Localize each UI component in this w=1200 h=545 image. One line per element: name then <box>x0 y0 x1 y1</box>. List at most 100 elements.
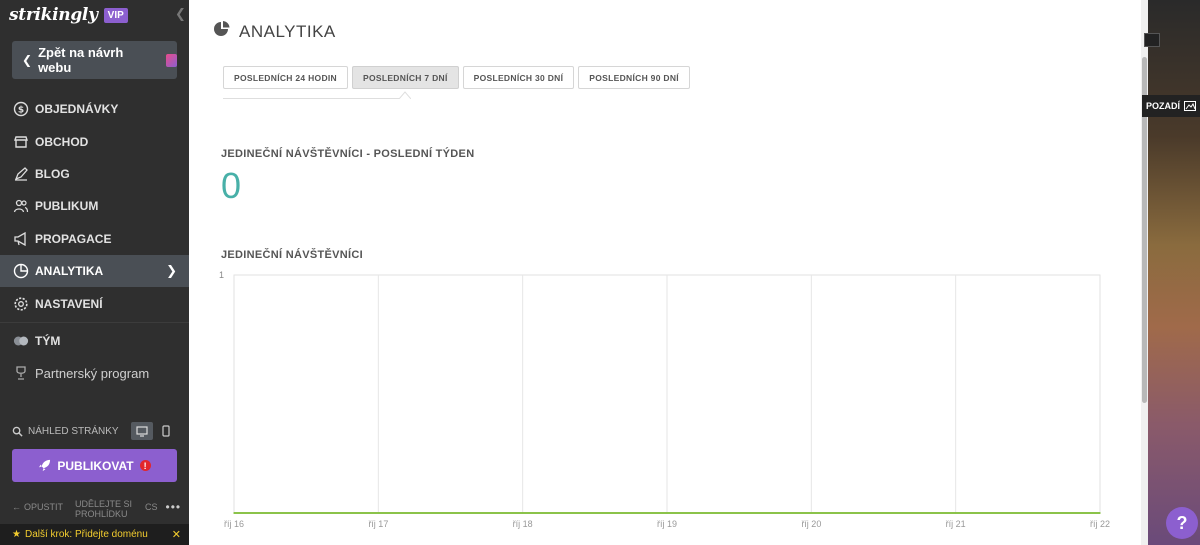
sidebar-item-label: BLOG <box>35 166 70 181</box>
period-tabs: POSLEDNÍCH 24 HODIN POSLEDNÍCH 7 DNÍ POS… <box>223 66 690 89</box>
sidebar-item-label: TÝM <box>35 333 61 348</box>
star-icon: ★ <box>12 529 21 540</box>
x-tick-label: říj 20 <box>801 519 821 529</box>
scrollbar[interactable] <box>1141 0 1148 545</box>
sidebar-item-label: PUBLIKUM <box>35 199 99 214</box>
sidebar-item-audience[interactable]: PUBLIKUM <box>0 190 189 222</box>
more-options-icon[interactable]: ••• <box>166 500 182 514</box>
background-button[interactable]: POZADÍ <box>1142 95 1200 117</box>
next-step-banner[interactable]: ★ Další krok: Přidejte doménu ✕ <box>0 524 189 545</box>
svg-text:$: $ <box>18 106 24 116</box>
data-point <box>377 512 380 514</box>
collapse-sidebar-icon[interactable]: ❮ <box>175 6 186 22</box>
trophy-icon <box>13 365 29 381</box>
rocket-icon <box>39 459 51 472</box>
sidebar-item-promotion[interactable]: PROPAGACE <box>0 223 189 255</box>
sidebar-item-orders[interactable]: $ OBJEDNÁVKY <box>0 93 189 125</box>
data-point <box>1099 512 1101 514</box>
dollar-circle-icon: $ <box>13 101 29 117</box>
x-tick-label: říj 18 <box>513 519 533 529</box>
megaphone-icon <box>13 231 29 247</box>
x-tick-label: říj 17 <box>368 519 388 529</box>
unique-visitors-chart: 1 říj 16 říj 17 říj 18 říj 19 říj 20 říj 21 říj… <box>219 265 1119 535</box>
data-point <box>521 512 524 514</box>
sidebar: strikingly VIP ❮ ❮ Zpět na návrh webu $ … <box>0 0 189 545</box>
search-icon <box>12 426 23 437</box>
x-tick-label: říj 21 <box>946 519 966 529</box>
sidebar-item-partner[interactable]: Partnerský program <box>0 357 189 389</box>
back-to-editor-label: Zpět na návrh webu <box>38 45 124 75</box>
site-preview-background: POZADÍ <box>1142 0 1200 545</box>
sidebar-item-settings[interactable]: NASTAVENÍ <box>0 287 189 319</box>
data-point <box>810 512 813 514</box>
active-tab-caret <box>399 91 411 99</box>
tab-last-90-days[interactable]: POSLEDNÍCH 90 DNÍ <box>578 66 690 89</box>
data-point <box>666 512 668 514</box>
chevron-left-icon: ❮ <box>22 53 33 67</box>
tab-last-30-days[interactable]: POSLEDNÍCH 30 DNÍ <box>462 66 575 89</box>
warning-icon: ! <box>139 460 151 471</box>
exit-label: OPUSTIT <box>24 502 64 512</box>
next-step-label: Další krok: Přidejte doménu <box>24 529 148 540</box>
tab-underline <box>223 98 403 99</box>
help-button[interactable]: ? <box>1166 507 1198 539</box>
tab-last-7-days[interactable]: POSLEDNÍCH 7 DNÍ <box>352 66 459 89</box>
x-tick-label: říj 16 <box>224 519 244 529</box>
mobile-icon <box>162 425 170 437</box>
gear-icon <box>13 296 29 312</box>
x-tick-label: říj 19 <box>657 519 677 529</box>
exit-button[interactable]: ← OPUSTIT <box>12 502 63 512</box>
vip-badge: VIP <box>103 7 128 23</box>
desktop-icon <box>136 425 148 437</box>
arrow-left-icon: ← <box>12 502 21 512</box>
editor-badge-icon <box>166 53 177 67</box>
site-preview: NÁHLED STRÁNKY <box>12 422 177 440</box>
divider <box>0 321 189 323</box>
back-to-editor-button[interactable]: ❮ Zpět na návrh webu <box>12 41 177 79</box>
language-selector[interactable]: CS <box>145 502 158 512</box>
sidebar-item-label: Partnerský program <box>35 365 150 381</box>
sidebar-item-team[interactable]: TÝM <box>0 325 189 357</box>
team-icon <box>13 333 29 349</box>
tour-link[interactable]: UDĚLEJTE SI PROHLÍDKU <box>75 499 135 519</box>
toolbar-button[interactable] <box>1144 33 1160 47</box>
pen-icon <box>13 166 29 182</box>
x-tick-label: říj 22 <box>1090 519 1110 529</box>
desktop-preview-button[interactable] <box>131 422 153 440</box>
device-toggle <box>131 422 177 440</box>
analytics-panel: ANALYTIKA POSLEDNÍCH 24 HODIN POSLEDNÍCH… <box>189 0 1148 545</box>
chevron-right-icon: ❯ <box>166 263 177 279</box>
tab-last-24-hours[interactable]: POSLEDNÍCH 24 HODIN <box>223 66 348 89</box>
store-icon <box>13 134 29 150</box>
y-tick-label: 1 <box>219 270 224 280</box>
sidebar-footer: ← OPUSTIT UDĚLEJTE SI PROHLÍDKU CS ••• <box>12 499 182 521</box>
sidebar-item-label: ANALYTIKA <box>35 264 104 279</box>
sidebar-item-blog[interactable]: BLOG <box>0 158 189 190</box>
chart-canvas: 1 říj 16 říj 17 říj 18 říj 19 říj 20 říj 21 říj… <box>219 270 1110 529</box>
site-preview-label: NÁHLED STRÁNKY <box>28 425 119 437</box>
pie-chart-icon <box>13 263 29 279</box>
unique-visitors-week-value: 0 <box>221 165 242 206</box>
unique-visitors-week-label: JEDINEČNÍ NÁVŠTĚVNÍCI - POSLEDNÍ TÝDEN <box>221 148 475 160</box>
publish-button[interactable]: PUBLIKOVAT ! <box>12 449 177 482</box>
page-title-text: ANALYTIKA <box>239 21 336 41</box>
sidebar-item-store[interactable]: OBCHOD <box>0 125 189 157</box>
mobile-preview-button[interactable] <box>155 422 177 440</box>
page-title: ANALYTIKA <box>213 20 336 43</box>
sidebar-item-label: PROPAGACE <box>35 231 112 246</box>
data-point <box>954 512 957 514</box>
close-icon[interactable]: ✕ <box>172 528 181 541</box>
sidebar-item-analytics[interactable]: ANALYTIKA ❯ <box>0 254 189 288</box>
publish-label: PUBLIKOVAT <box>57 458 134 473</box>
pie-chart-icon <box>213 20 231 43</box>
sidebar-item-label: NASTAVENÍ <box>35 296 103 311</box>
image-icon <box>1184 101 1197 111</box>
users-icon <box>13 198 29 214</box>
brand-logo: strikingly <box>9 5 98 25</box>
unique-visitors-chart-label: JEDINEČNÍ NÁVŠTĚVNÍCI <box>221 249 363 261</box>
background-button-label: POZADÍ <box>1146 101 1181 111</box>
sidebar-item-label: OBCHOD <box>35 134 89 149</box>
sidebar-item-label: OBJEDNÁVKY <box>35 102 119 117</box>
data-point <box>233 512 235 514</box>
brand[interactable]: strikingly VIP <box>9 4 128 26</box>
